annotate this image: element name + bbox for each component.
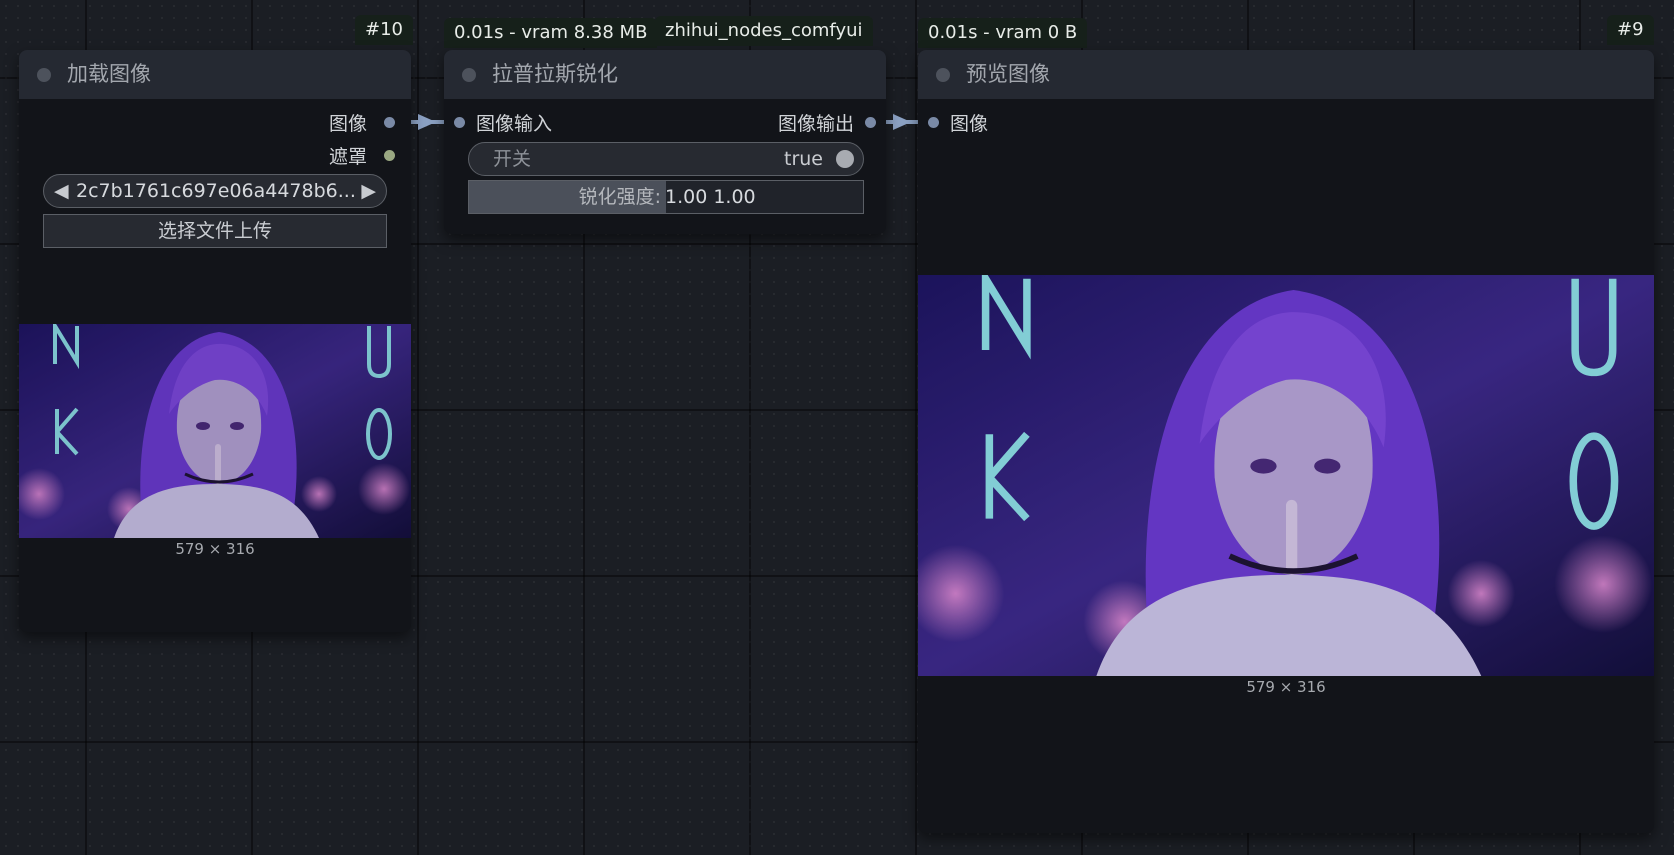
enable-toggle-label: 开关 xyxy=(493,148,532,170)
image-file-combo-value: 2c7b1761c697e06a4478b6... xyxy=(76,180,356,202)
output-slot-image[interactable] xyxy=(384,117,395,128)
upload-file-button-label: 选择文件上传 xyxy=(157,220,272,242)
triangle-right-icon[interactable]: ▶ xyxy=(361,175,376,207)
preview-image xyxy=(918,275,1654,676)
circle-dot-icon[interactable] xyxy=(37,68,51,82)
input-slot-image[interactable] xyxy=(454,117,465,128)
image-file-combo[interactable]: ◀ 2c7b1761c697e06a4478b6... ▶ xyxy=(43,174,387,208)
preview-image-node-header[interactable]: 预览图像 xyxy=(918,50,1654,99)
load-image-node-title: 加载图像 xyxy=(67,62,151,86)
enable-toggle-value: true xyxy=(784,148,823,170)
laplacian-sharpen-node[interactable]: 拉普拉斯锐化 图像输入 图像输出 开关 true 锐化强度: 1.00 1.00 xyxy=(444,50,886,234)
laplacian-sharpen-node-title: 拉普拉斯锐化 xyxy=(492,62,618,86)
laplacian-sharpen-node-header[interactable]: 拉普拉斯锐化 xyxy=(444,50,886,99)
enable-toggle[interactable]: 开关 true xyxy=(468,142,864,176)
preview-image-node[interactable]: 预览图像 图像 579 × 316 xyxy=(918,50,1654,833)
output-label-image: 图像 xyxy=(328,113,367,135)
load-image-node[interactable]: 加载图像 图像 遮罩 ◀ 2c7b1761c697e06a4478b6... ▶… xyxy=(19,50,411,632)
sharpen-strength-value: 1.00 1.00 xyxy=(665,186,756,208)
preview-image-node-title: 预览图像 xyxy=(966,62,1050,86)
output-label-mask: 遮罩 xyxy=(328,146,367,168)
output-label-image: 图像输出 xyxy=(777,113,854,135)
preview-image-size-label: 579 × 316 xyxy=(1246,678,1326,696)
circle-dot-icon[interactable] xyxy=(936,68,950,82)
load-image-size-label: 579 × 316 xyxy=(175,540,255,558)
anime-girl-neon-city-thumbnail xyxy=(918,275,1654,676)
output-slot-mask[interactable] xyxy=(384,150,395,161)
circle-dot-icon[interactable] xyxy=(462,68,476,82)
sharpen-strength-label: 锐化强度: xyxy=(578,186,661,208)
input-slot-image[interactable] xyxy=(928,117,939,128)
load-image-node-header[interactable]: 加载图像 xyxy=(19,50,411,99)
load-image-preview xyxy=(19,324,411,538)
upload-file-button[interactable]: 选择文件上传 xyxy=(43,214,387,248)
anime-girl-neon-city-thumbnail xyxy=(19,324,411,538)
input-label-image: 图像输入 xyxy=(476,113,553,135)
sharpen-strength-slider[interactable]: 锐化强度: 1.00 1.00 xyxy=(468,180,864,214)
toggle-knob-icon[interactable] xyxy=(836,150,854,168)
triangle-left-icon[interactable]: ◀ xyxy=(54,175,69,207)
output-slot-image[interactable] xyxy=(865,117,876,128)
input-label-image: 图像 xyxy=(950,113,989,135)
